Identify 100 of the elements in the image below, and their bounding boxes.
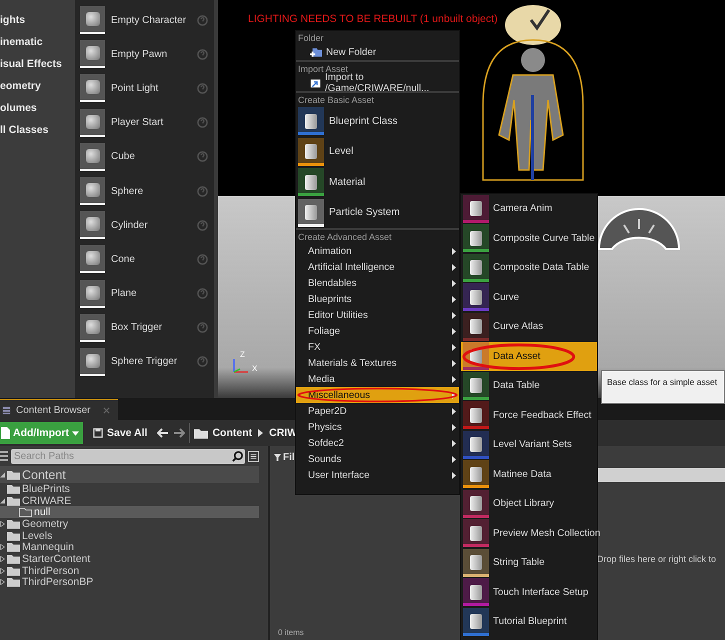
menu-item[interactable]: New Folder xyxy=(296,44,459,60)
help-icon[interactable] xyxy=(197,356,208,368)
submenu-item[interactable]: FX xyxy=(296,339,459,355)
help-icon[interactable] xyxy=(197,82,208,94)
submenu-item[interactable]: Miscellaneous xyxy=(296,387,459,403)
filters-button[interactable]: Fil xyxy=(274,452,295,462)
submenu-arrow-icon xyxy=(452,344,456,350)
help-icon[interactable] xyxy=(197,14,208,26)
folder-tree-item[interactable]: StarterContent xyxy=(0,553,259,565)
asset-type-icon xyxy=(463,254,489,282)
asset-type-icon xyxy=(463,224,489,252)
folder-tree-item[interactable]: null xyxy=(0,506,259,518)
submenu-item[interactable]: Touch Interface Setup xyxy=(461,578,597,607)
actor-item[interactable]: Plane xyxy=(111,288,191,300)
folder-icon xyxy=(7,577,20,588)
help-icon[interactable] xyxy=(197,322,208,334)
menu-item[interactable]: Blueprint Class xyxy=(296,106,459,136)
asset-search-field[interactable] xyxy=(597,468,725,482)
folder-tree-item[interactable]: ThirdPersonBP xyxy=(0,576,259,588)
actor-item[interactable]: Empty Character xyxy=(111,14,191,26)
content-browser-tab[interactable]: Content Browser xyxy=(0,399,118,420)
submenu-item[interactable]: Composite Data Table xyxy=(461,253,597,282)
category-tab[interactable]: ll Classes xyxy=(0,119,75,141)
folder-tree-item[interactable]: CRIWARE xyxy=(0,494,259,506)
submenu-item[interactable]: Curve xyxy=(461,282,597,312)
actor-item[interactable]: Box Trigger xyxy=(111,322,191,334)
folder-tree-item[interactable]: Content xyxy=(0,466,259,483)
actor-item[interactable]: Point Light xyxy=(111,82,191,94)
submenu-item[interactable]: Editor Utilities xyxy=(296,307,459,323)
submenu-item[interactable]: Sounds xyxy=(296,451,459,467)
submenu-arrow-icon xyxy=(452,424,456,430)
import-icon xyxy=(310,78,322,88)
folder-tree-item[interactable]: BluePrints xyxy=(0,483,259,495)
actor-item[interactable]: Sphere xyxy=(111,186,191,197)
collapsed-arrow-icon[interactable] xyxy=(0,520,5,527)
actor-item[interactable]: Cube xyxy=(111,151,191,162)
help-icon[interactable] xyxy=(197,186,208,197)
folder-tree-item[interactable]: Geometry xyxy=(0,518,259,530)
submenu-item[interactable]: Foliage xyxy=(296,323,459,339)
submenu-arrow-icon xyxy=(452,456,456,462)
expanded-arrow-icon[interactable] xyxy=(0,498,5,504)
submenu-item[interactable]: Camera Anim xyxy=(461,194,597,224)
submenu-item[interactable]: Force Feedback Effect xyxy=(461,400,597,430)
back-arrow-icon[interactable] xyxy=(157,428,170,438)
help-icon[interactable] xyxy=(197,254,208,265)
view-options-icon[interactable] xyxy=(248,450,259,462)
menu-item[interactable]: Level xyxy=(296,136,459,167)
breadcrumb-link[interactable]: Content xyxy=(212,427,252,439)
category-tab[interactable]: eometry xyxy=(0,75,75,97)
search-field[interactable]: Search Paths xyxy=(11,448,245,464)
submenu-item[interactable]: Artificial Intelligence xyxy=(296,259,459,275)
actor-item[interactable]: Empty Pawn xyxy=(111,48,191,60)
submenu-item[interactable]: Data Asset xyxy=(461,342,597,371)
help-icon[interactable] xyxy=(197,151,208,162)
submenu-item[interactable]: Composite Curve Table xyxy=(461,224,597,253)
submenu-item[interactable]: Tutorial Blueprint xyxy=(461,607,597,636)
category-tab[interactable]: olumes xyxy=(0,97,75,119)
submenu-item[interactable]: Curve Atlas xyxy=(461,312,597,342)
help-icon[interactable] xyxy=(197,48,208,60)
submenu-item[interactable]: Paper2D xyxy=(296,403,459,419)
submenu-item[interactable]: Data Table xyxy=(461,371,597,400)
actor-item[interactable]: Player Start xyxy=(111,117,191,128)
menu-item[interactable]: Import to /Game/CRIWARE/null... xyxy=(296,75,459,91)
submenu-item[interactable]: Level Variant Sets xyxy=(461,430,597,460)
submenu-item[interactable]: Blendables xyxy=(296,275,459,291)
breadcrumb-arrow-icon xyxy=(258,429,264,437)
submenu-item[interactable]: Physics xyxy=(296,419,459,435)
submenu-item[interactable]: Blueprints xyxy=(296,291,459,307)
submenu-item[interactable]: Matinee Data xyxy=(461,460,597,489)
category-tab[interactable]: inematic xyxy=(0,31,75,53)
submenu-item[interactable]: Animation xyxy=(296,243,459,259)
actor-item[interactable]: Cylinder xyxy=(111,220,191,231)
close-icon[interactable] xyxy=(103,406,110,414)
submenu-arrow-icon xyxy=(452,312,456,318)
tooltip: Base class for a simple asset xyxy=(601,370,725,404)
expanded-arrow-icon[interactable] xyxy=(0,472,5,478)
list-icon[interactable] xyxy=(0,451,8,461)
folder-tree-item[interactable]: Mannequin xyxy=(0,541,259,554)
actor-item[interactable]: Cone xyxy=(111,254,191,265)
submenu-item[interactable]: Materials & Textures xyxy=(296,355,459,371)
category-tab[interactable]: ights xyxy=(0,9,75,31)
help-icon[interactable] xyxy=(197,117,208,128)
help-icon[interactable] xyxy=(197,288,208,300)
folder-tree-item[interactable]: Levels xyxy=(0,530,259,542)
search-input[interactable]: Search Paths xyxy=(11,450,232,462)
category-tab[interactable]: isual Effects xyxy=(0,53,75,75)
submenu-item[interactable]: Object Library xyxy=(461,489,597,518)
submenu-item[interactable]: Media xyxy=(296,371,459,387)
menu-item[interactable]: Particle System xyxy=(296,198,459,228)
submenu-item[interactable]: User Interface xyxy=(296,467,459,483)
submenu-item[interactable]: Sofdec2 xyxy=(296,435,459,451)
save-all-button[interactable]: Save All xyxy=(87,427,154,439)
asset-type-icon xyxy=(298,107,324,136)
menu-item[interactable]: Material xyxy=(296,167,459,198)
folder-tree-item[interactable]: ThirdPerson xyxy=(0,564,259,576)
help-icon[interactable] xyxy=(197,220,208,231)
actor-item[interactable]: Sphere Trigger xyxy=(111,356,191,368)
asset-type-icon xyxy=(463,372,489,400)
submenu-item[interactable]: String Table xyxy=(461,548,597,578)
forward-arrow-icon[interactable] xyxy=(173,428,186,438)
